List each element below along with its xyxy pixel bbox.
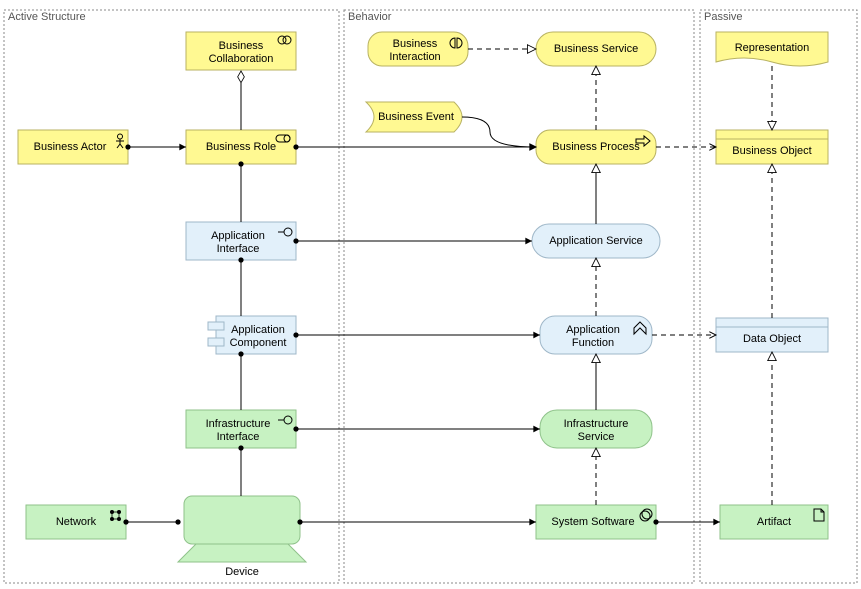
svg-text:Business Process: Business Process [552,141,640,153]
node-application-component[interactable]: Application Component [208,316,296,354]
archimate-diagram: Active Structure Behavior Passive Busine… [0,0,861,589]
svg-text:Artifact: Artifact [757,516,791,528]
group-behavior: Behavior [344,10,694,583]
group-passive-label: Passive [704,11,743,23]
svg-text:Interaction: Interaction [389,51,440,63]
node-business-process[interactable]: Business Process [536,130,656,164]
svg-text:Device: Device [225,566,259,578]
node-business-event[interactable]: Business Event [366,102,462,132]
svg-text:Interface: Interface [217,431,260,443]
node-infrastructure-interface[interactable]: Infrastructure Interface [186,410,296,448]
node-application-function[interactable]: Application Function [540,316,652,354]
svg-text:System Software: System Software [551,516,634,528]
node-representation[interactable]: Representation [716,32,828,66]
svg-text:Application: Application [566,324,620,336]
svg-text:Interface: Interface [217,243,260,255]
svg-text:Business: Business [219,40,264,52]
svg-text:Business Object: Business Object [732,145,811,157]
svg-text:Business: Business [393,38,438,50]
svg-text:Business Actor: Business Actor [34,141,107,153]
node-business-collaboration[interactable]: Business Collaboration [186,32,296,70]
node-application-service[interactable]: Application Service [532,224,660,258]
svg-text:Infrastructure: Infrastructure [564,418,629,430]
svg-text:Business Event: Business Event [378,111,454,123]
node-application-interface[interactable]: Application Interface [186,222,296,260]
svg-text:Service: Service [578,431,615,443]
svg-text:Function: Function [572,337,614,349]
svg-text:Application: Application [211,230,265,242]
node-business-object[interactable]: Business Object [716,130,828,164]
svg-text:Application: Application [231,324,285,336]
node-business-service[interactable]: Business Service [536,32,656,66]
svg-text:Data Object: Data Object [743,333,801,345]
node-business-role[interactable]: Business Role [186,130,296,164]
node-data-object[interactable]: Data Object [716,318,828,352]
svg-text:Component: Component [230,337,287,349]
svg-text:Business Service: Business Service [554,43,638,55]
svg-text:Infrastructure: Infrastructure [206,418,271,430]
node-device[interactable]: Device [178,496,306,578]
svg-text:Application Service: Application Service [549,235,643,247]
node-business-interaction[interactable]: Business Interaction [368,32,468,66]
svg-text:Collaboration: Collaboration [209,53,274,65]
node-network[interactable]: Network [26,505,126,539]
group-behavior-label: Behavior [348,11,392,23]
node-business-actor[interactable]: Business Actor [18,130,128,164]
node-infrastructure-service[interactable]: Infrastructure Service [540,410,652,448]
group-active-label: Active Structure [8,11,86,23]
svg-text:Representation: Representation [735,42,810,54]
svg-text:Business Role: Business Role [206,141,276,153]
group-passive: Passive [700,10,857,583]
node-system-software[interactable]: System Software [536,505,656,539]
svg-text:Network: Network [56,516,97,528]
node-artifact[interactable]: Artifact [720,505,828,539]
